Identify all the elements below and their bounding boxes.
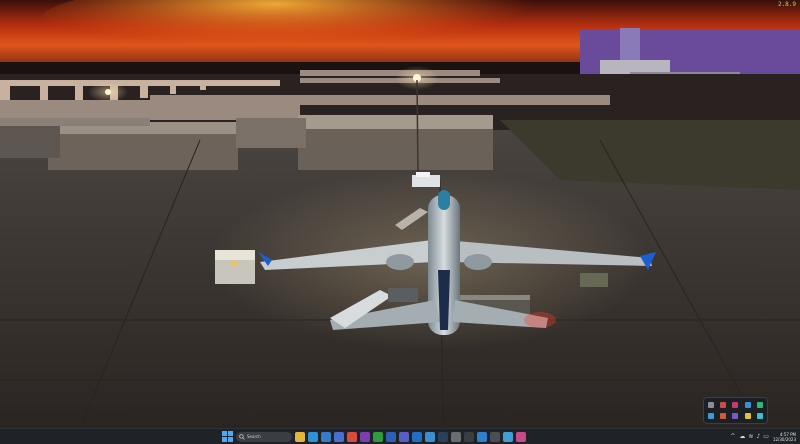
flight-sim-icon[interactable] <box>477 431 487 442</box>
mail-icon[interactable] <box>321 431 331 442</box>
tray-app-4-icon[interactable] <box>744 401 751 408</box>
file-explorer-icon[interactable] <box>295 431 305 442</box>
fps-overlay: 2.8.9 <box>777 1 796 8</box>
snip-icon[interactable] <box>516 431 526 442</box>
word-icon[interactable] <box>386 431 396 442</box>
tray-app-1-icon[interactable] <box>708 401 715 408</box>
taskbar: ^ ☁ ≋ ♪ ▭ 4:57 PM 12/30/2023 <box>0 428 800 444</box>
catering-truck <box>215 250 255 284</box>
clock-date: 12/30/2023 <box>772 436 796 442</box>
tray-app-10-icon[interactable] <box>756 413 763 420</box>
airport-night-scene <box>0 0 800 428</box>
tray-app-9-icon[interactable] <box>744 413 751 420</box>
taskbar-apps <box>222 430 526 443</box>
edge-icon[interactable] <box>308 431 318 442</box>
taskbar-clock[interactable]: 4:57 PM 12/30/2023 <box>773 432 796 442</box>
outlook-icon[interactable] <box>412 431 422 442</box>
tray-app-8-icon[interactable] <box>732 413 739 420</box>
ground-vehicle-right <box>580 273 608 287</box>
tray-app-2-icon[interactable] <box>720 401 727 408</box>
tray-app-6-icon[interactable] <box>708 413 715 420</box>
tray-app-5-icon[interactable] <box>756 401 763 408</box>
terminal-icon[interactable] <box>464 431 474 442</box>
tray-app-7-icon[interactable] <box>720 413 727 420</box>
wifi-icon[interactable]: ≋ <box>748 433 753 440</box>
settings-icon[interactable] <box>451 431 461 442</box>
system-tray: ^ ☁ ≋ ♪ ▭ 4:57 PM 12/30/2023 <box>730 429 796 444</box>
teams-icon[interactable] <box>399 431 409 442</box>
battery-icon[interactable]: ▭ <box>763 433 769 440</box>
store-icon[interactable] <box>334 431 344 442</box>
windows-start-icon[interactable] <box>222 431 233 442</box>
xbox-icon[interactable] <box>373 431 383 442</box>
search-input[interactable] <box>247 432 287 441</box>
calculator-icon[interactable] <box>490 431 500 442</box>
tray-chevron-icon[interactable]: ^ <box>730 433 735 440</box>
tray-overflow-flyout <box>703 397 768 424</box>
chrome-icon[interactable] <box>347 431 357 442</box>
search-icon <box>239 433 245 440</box>
volume-icon[interactable]: ♪ <box>756 433 760 440</box>
photos-icon[interactable] <box>425 431 435 442</box>
onenote-icon[interactable] <box>360 431 370 442</box>
tray-app-3-icon[interactable] <box>732 401 739 408</box>
taskbar-search[interactable] <box>236 431 292 442</box>
flight-sim-viewport[interactable]: 2.8.9 <box>0 0 800 428</box>
notepad-icon[interactable] <box>503 431 513 442</box>
steam-icon[interactable] <box>438 431 448 442</box>
cloud-icon[interactable]: ☁ <box>739 433 745 440</box>
